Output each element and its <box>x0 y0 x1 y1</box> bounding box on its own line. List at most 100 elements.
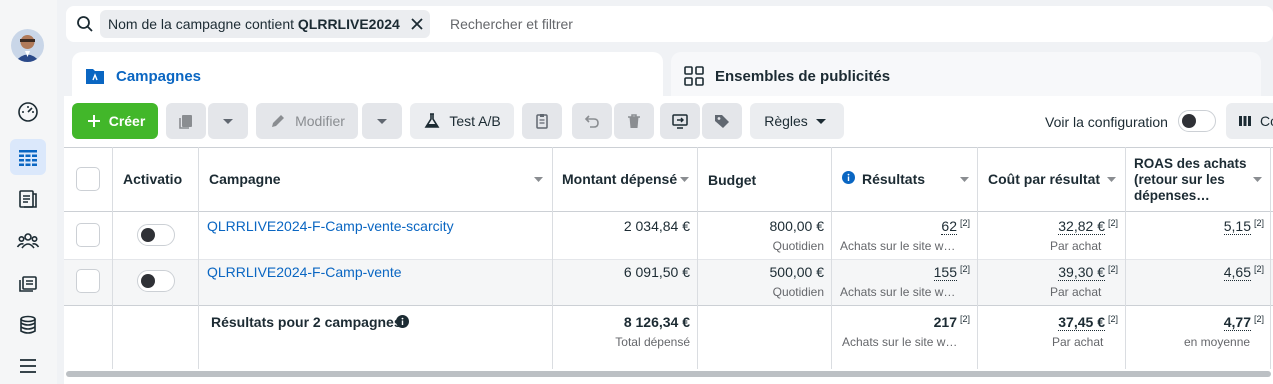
header-roas-line2[interactable]: (retour sur les <box>1134 172 1225 187</box>
view-config-toggle[interactable] <box>1178 110 1216 132</box>
header-amount-spent[interactable]: Montant dépensé <box>562 171 677 187</box>
tag-button[interactable] <box>702 103 742 139</box>
trash-icon <box>628 114 640 128</box>
database-icon[interactable] <box>10 307 46 343</box>
cost-footnote: [2] <box>1107 218 1118 228</box>
gauge-icon[interactable] <box>10 94 46 130</box>
header-campaign[interactable]: Campagne <box>209 171 281 187</box>
total-spent-value: 8 126,34 € <box>623 314 690 330</box>
campaign-name-link[interactable]: QLRRLIVE2024-F-Camp-vente <box>207 264 402 280</box>
total-roas-value[interactable]: 4,77 <box>1223 314 1251 331</box>
total-roas-label: en moyenne <box>1184 335 1251 349</box>
results-value[interactable]: 62 <box>941 218 957 235</box>
info-icon[interactable] <box>396 315 409 328</box>
results-footnote: [2] <box>959 218 970 228</box>
budget-type: Quotidien <box>772 285 824 299</box>
tab-campaigns-label: Campagnes <box>116 67 202 85</box>
results-footnote: [2] <box>959 264 970 274</box>
edit-dropdown-button[interactable] <box>362 103 402 139</box>
sort-icon[interactable] <box>1107 177 1116 182</box>
info-icon[interactable] <box>842 171 855 184</box>
search-filter-bar[interactable]: Nom de la campagne contient QLRRLIVE2024… <box>66 6 1273 42</box>
sort-icon[interactable] <box>960 177 969 182</box>
view-config-label: Voir la configuration <box>1045 114 1168 130</box>
columns-button-label: Co <box>1260 113 1273 129</box>
clipboard-button[interactable] <box>522 103 562 139</box>
grid-icon <box>684 66 704 86</box>
results-value[interactable]: 155 <box>933 264 957 281</box>
left-nav-rail <box>0 0 57 384</box>
duplicate-dropdown-button[interactable] <box>208 103 248 139</box>
sort-icon[interactable] <box>534 177 543 182</box>
audiences-icon[interactable] <box>10 223 46 259</box>
pencil-icon <box>272 115 285 127</box>
create-button[interactable]: Créer <box>72 103 158 139</box>
close-icon[interactable] <box>410 17 424 31</box>
campaign-active-toggle[interactable] <box>137 270 175 292</box>
total-results-footnote: [2] <box>959 314 970 324</box>
ads-library-icon[interactable] <box>10 265 46 301</box>
budget-value: 500,00 € <box>769 264 825 280</box>
tab-ad-sets-label: Ensembles de publicités <box>715 67 891 85</box>
totals-label: Résultats pour 2 campagnes <box>211 314 402 330</box>
amount-spent-value: 6 091,50 € <box>623 264 690 280</box>
budget-value: 800,00 € <box>769 218 825 234</box>
rules-button[interactable]: Règles <box>750 103 844 139</box>
avatar[interactable] <box>11 29 44 62</box>
header-roas-line1[interactable]: ROAS des achats <box>1134 156 1247 171</box>
edit-button[interactable]: Modifier <box>256 103 358 139</box>
duplicate-icon <box>179 115 192 129</box>
duplicate-button[interactable] <box>166 103 206 139</box>
header-activation[interactable]: Activatio <box>123 171 193 187</box>
campaigns-panel: Créer Modifier Test A/B Règles Voir la c… <box>64 96 1273 384</box>
total-cost-footnote: [2] <box>1107 314 1118 324</box>
reports-icon[interactable] <box>10 181 46 217</box>
budget-type: Quotidien <box>772 239 824 253</box>
search-input[interactable]: Rechercher et filtrer <box>450 16 573 32</box>
total-cost-value[interactable]: 37,45 € <box>1058 314 1105 331</box>
campaigns-table-icon[interactable] <box>10 139 46 175</box>
menu-icon[interactable] <box>10 348 46 384</box>
horizontal-scrollbar[interactable] <box>66 371 1271 377</box>
row-checkbox[interactable] <box>76 223 100 247</box>
roas-value[interactable]: 4,65 <box>1223 264 1251 281</box>
header-results[interactable]: Résultats <box>862 171 925 187</box>
cost-per-result-value[interactable]: 39,30 € <box>1058 264 1105 281</box>
ab-test-button[interactable]: Test A/B <box>410 103 514 139</box>
tab-ad-sets[interactable]: Ensembles de publicités <box>671 52 1261 100</box>
sort-icon[interactable] <box>1253 177 1262 182</box>
header-budget[interactable]: Budget <box>708 172 756 188</box>
folder-icon <box>86 69 104 84</box>
header-cost-per-result[interactable]: Coût par résultat <box>988 171 1100 187</box>
select-all-checkbox[interactable] <box>76 167 100 191</box>
create-button-label: Créer <box>108 113 146 129</box>
results-type: Achats sur le site w… <box>840 239 956 253</box>
row-checkbox[interactable] <box>76 269 100 293</box>
columns-button[interactable]: Co <box>1226 103 1273 139</box>
search-icon <box>77 16 93 32</box>
delete-button[interactable] <box>614 103 654 139</box>
caret-down-icon <box>815 119 826 124</box>
total-results-value: 217 <box>933 314 957 330</box>
caret-down-icon <box>223 119 233 124</box>
cost-type: Par achat <box>1050 285 1102 299</box>
header-roas-line3[interactable]: dépenses… <box>1134 188 1210 203</box>
rules-button-label: Règles <box>764 113 808 129</box>
total-spent-label: Total dépensé <box>615 335 690 349</box>
flask-icon <box>424 113 440 128</box>
undo-button[interactable] <box>572 103 612 139</box>
roas-footnote: [2] <box>1253 218 1264 228</box>
campaign-name-link[interactable]: QLRRLIVE2024-F-Camp-vente-scarcity <box>207 218 454 234</box>
roas-value[interactable]: 5,15 <box>1223 218 1251 235</box>
total-roas-footnote: [2] <box>1253 314 1264 324</box>
sort-icon[interactable] <box>680 177 689 182</box>
filter-chip[interactable]: Nom de la campagne contient QLRRLIVE2024 <box>100 10 430 38</box>
campaign-active-toggle[interactable] <box>137 224 175 246</box>
tab-campaigns[interactable]: Campagnes <box>72 52 663 100</box>
edit-button-label: Modifier <box>295 113 345 129</box>
cost-per-result-value[interactable]: 32,82 € <box>1058 218 1105 235</box>
preview-button[interactable] <box>660 103 700 139</box>
filter-chip-prefix: Nom de la campagne contient <box>108 16 298 32</box>
filter-chip-value: QLRRLIVE2024 <box>297 16 400 32</box>
clipboard-icon <box>536 114 548 129</box>
